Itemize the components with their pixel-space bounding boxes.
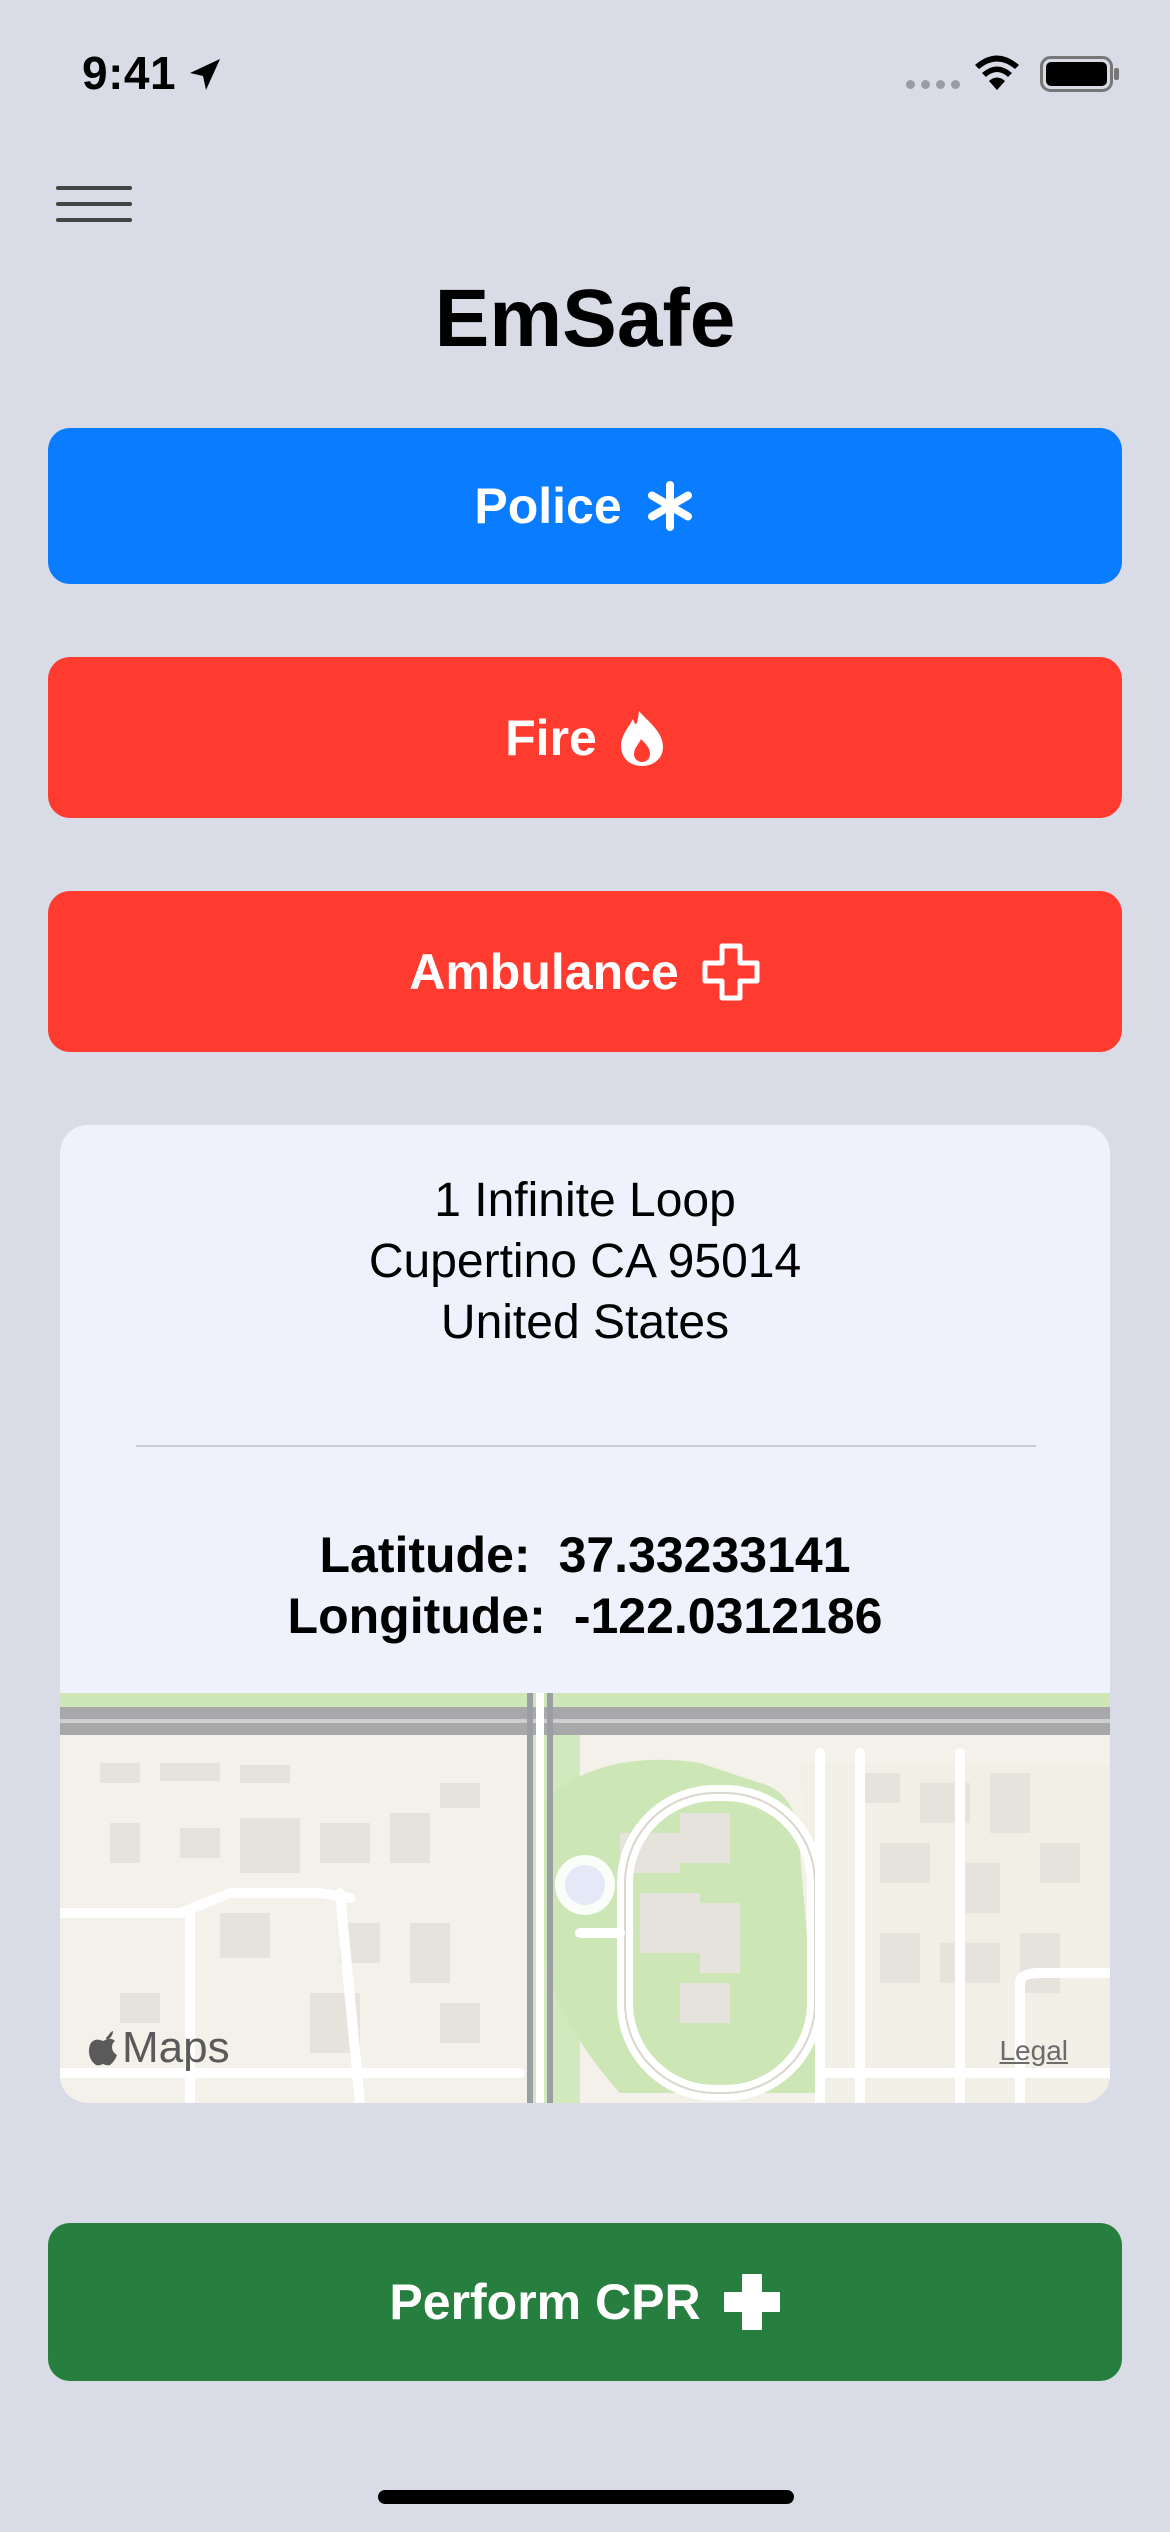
medical-cross-icon bbox=[723, 2273, 781, 2331]
location-card: 1 Infinite Loop Cupertino CA 95014 Unite… bbox=[60, 1125, 1110, 2103]
maps-logo-text: Maps bbox=[122, 2023, 230, 2072]
legal-link[interactable]: Legal bbox=[999, 2035, 1068, 2067]
app-title: EmSafe bbox=[434, 273, 736, 364]
home-indicator[interactable] bbox=[378, 2490, 794, 2504]
ambulance-button[interactable]: Ambulance bbox=[48, 891, 1122, 1052]
longitude-value: -122.0312186 bbox=[573, 1588, 883, 1644]
asterisk-icon bbox=[644, 480, 696, 532]
map-view[interactable]: Maps Legal bbox=[60, 1693, 1110, 2103]
medical-cross-outline-icon bbox=[701, 942, 761, 1002]
coordinates-block: Latitude: 37.33233141 Longitude: -122.03… bbox=[60, 1525, 1110, 1647]
longitude-label: Longitude: bbox=[287, 1588, 546, 1644]
address-line: Cupertino CA 95014 bbox=[368, 1235, 802, 1288]
menu-icon[interactable] bbox=[56, 180, 136, 230]
perform-cpr-label: Perform CPR bbox=[389, 2274, 701, 2330]
ambulance-button-label: Ambulance bbox=[409, 943, 679, 1000]
apple-logo-icon bbox=[89, 2031, 117, 2066]
location-arrow-icon bbox=[190, 59, 220, 90]
battery-icon bbox=[1040, 56, 1119, 92]
address-line: United States bbox=[440, 1296, 730, 1349]
police-button-label: Police bbox=[474, 478, 622, 534]
maps-logo: Maps bbox=[88, 2023, 230, 2073]
divider bbox=[136, 1445, 1036, 1447]
latitude-row: Latitude: 37.33233141 bbox=[60, 1525, 1110, 1586]
flame-icon bbox=[619, 709, 665, 767]
wifi-icon bbox=[975, 55, 1019, 90]
perform-cpr-button[interactable]: Perform CPR bbox=[48, 2223, 1122, 2381]
longitude-row: Longitude: -122.0312186 bbox=[60, 1586, 1110, 1647]
address-block: 1 Infinite Loop Cupertino CA 95014 Unite… bbox=[60, 1170, 1110, 1353]
fire-button[interactable]: Fire bbox=[48, 657, 1122, 818]
address-line: 1 Infinite Loop bbox=[434, 1174, 736, 1227]
fire-button-label: Fire bbox=[505, 709, 597, 766]
latitude-label: Latitude: bbox=[319, 1527, 531, 1583]
status-bar: 9:41 bbox=[0, 0, 1170, 150]
police-button[interactable]: Police bbox=[48, 428, 1122, 584]
latitude-value: 37.33233141 bbox=[558, 1527, 851, 1583]
cellular-signal-icon bbox=[906, 80, 960, 89]
status-time: 9:41 bbox=[82, 47, 177, 99]
